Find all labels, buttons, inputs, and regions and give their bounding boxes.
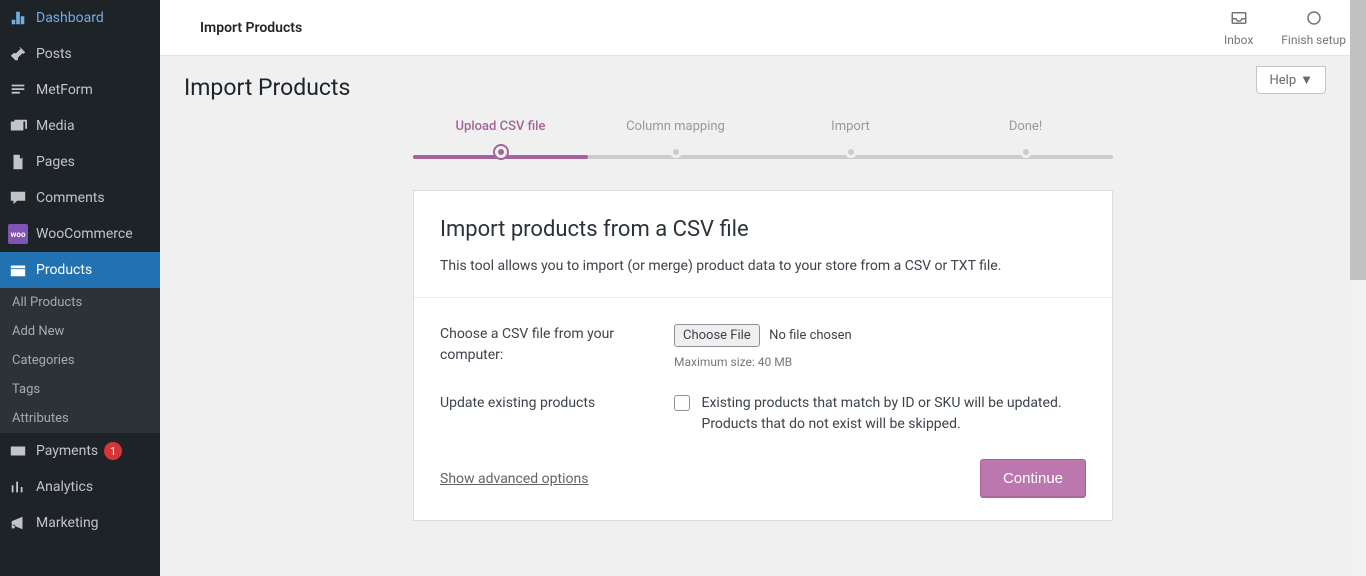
update-label: Update existing products [440, 393, 650, 435]
card-description: This tool allows you to import (or merge… [440, 256, 1086, 277]
file-label: Choose a CSV file from your computer: [440, 324, 650, 369]
sidebar-submenu: All Products Add New Categories Tags Att… [0, 288, 160, 433]
woocommerce-icon: woo [8, 224, 28, 244]
sidebar-item-label: Payments [36, 443, 98, 459]
subitem-all-products[interactable]: All Products [0, 288, 160, 317]
help-tab[interactable]: Help ▼ [1256, 66, 1326, 94]
step-done: Done! [938, 119, 1113, 162]
subitem-add-new[interactable]: Add New [0, 317, 160, 346]
update-description: Existing products that match by ID or SK… [701, 393, 1083, 435]
sidebar-item-label: Marketing [36, 515, 99, 531]
payment-icon [8, 441, 28, 461]
card-heading: Import products from a CSV file [440, 217, 1086, 242]
chevron-down-icon: ▼ [1300, 72, 1313, 88]
divider [414, 297, 1112, 298]
wizard-steps: Upload CSV file Column mapping Import Do… [413, 119, 1113, 162]
sidebar-item-pages[interactable]: Pages [0, 144, 160, 180]
comment-icon [8, 188, 28, 208]
sidebar-item-label: Media [36, 118, 75, 134]
sidebar-item-media[interactable]: Media [0, 108, 160, 144]
pin-icon [8, 44, 28, 64]
step-mapping: Column mapping [588, 119, 763, 162]
inbox-icon [1230, 9, 1248, 30]
badge-count: 1 [104, 442, 122, 460]
sidebar-item-label: Dashboard [36, 10, 104, 26]
main-content: Import Products Inbox Finish setup Help … [160, 0, 1366, 576]
scrollbar[interactable] [1350, 0, 1366, 576]
file-status: No file chosen [769, 328, 852, 343]
step-label: Done! [938, 119, 1113, 134]
max-size-hint: Maximum size: 40 MB [674, 355, 1086, 369]
step-dot-icon [670, 146, 682, 158]
sidebar-item-label: Analytics [36, 479, 93, 495]
scrollbar-thumb[interactable] [1350, 0, 1366, 280]
step-dot-icon [495, 146, 507, 158]
analytics-icon [8, 477, 28, 497]
sidebar-item-comments[interactable]: Comments [0, 180, 160, 216]
card-footer: Show advanced options Continue [440, 459, 1086, 498]
sidebar-item-label: Products [36, 262, 92, 278]
sidebar-item-label: Posts [36, 46, 72, 62]
sidebar-item-woocommerce[interactable]: woo WooCommerce [0, 216, 160, 252]
sidebar-item-products[interactable]: Products [0, 252, 160, 288]
step-dot-icon [845, 146, 857, 158]
sidebar-item-metform[interactable]: MetForm [0, 72, 160, 108]
import-wizard: Upload CSV file Column mapping Import Do… [413, 119, 1113, 521]
product-icon [8, 260, 28, 280]
continue-button[interactable]: Continue [980, 459, 1086, 498]
sidebar-item-label: MetForm [36, 82, 93, 98]
subitem-categories[interactable]: Categories [0, 346, 160, 375]
update-field: Existing products that match by ID or SK… [674, 393, 1086, 435]
update-existing-checkbox[interactable] [674, 395, 690, 411]
step-dot-icon [1020, 146, 1032, 158]
subitem-attributes[interactable]: Attributes [0, 404, 160, 433]
admin-sidebar: Dashboard Posts MetForm Media Pages Comm… [0, 0, 160, 576]
media-icon [8, 116, 28, 136]
sidebar-item-label: Comments [36, 190, 105, 206]
update-row: Update existing products Existing produc… [440, 393, 1086, 435]
step-label: Column mapping [588, 119, 763, 134]
file-row: Choose a CSV file from your computer: Ch… [440, 324, 1086, 369]
topbar-title: Import Products [200, 20, 302, 36]
sidebar-item-label: Pages [36, 154, 75, 170]
dashboard-icon [8, 8, 28, 28]
sidebar-item-posts[interactable]: Posts [0, 36, 160, 72]
subitem-tags[interactable]: Tags [0, 375, 160, 404]
step-import: Import [763, 119, 938, 162]
inbox-button[interactable]: Inbox [1224, 9, 1253, 47]
topbar: Import Products Inbox Finish setup [160, 0, 1366, 56]
sidebar-item-label: WooCommerce [36, 226, 133, 242]
sidebar-item-payments[interactable]: Payments 1 [0, 433, 160, 469]
marketing-icon [8, 513, 28, 533]
show-advanced-link[interactable]: Show advanced options [440, 471, 588, 487]
circle-icon [1305, 9, 1323, 30]
sidebar-item-dashboard[interactable]: Dashboard [0, 0, 160, 36]
choose-file-button[interactable]: Choose File [674, 324, 760, 347]
page-title: Import Products [184, 74, 1346, 101]
step-label: Upload CSV file [413, 119, 588, 134]
step-upload: Upload CSV file [413, 119, 588, 162]
finish-setup-button[interactable]: Finish setup [1281, 9, 1346, 47]
content-wrap: Help ▼ Import Products Upload CSV file C… [160, 56, 1366, 551]
finish-setup-label: Finish setup [1281, 33, 1346, 47]
topbar-right: Inbox Finish setup [1224, 9, 1346, 47]
metform-icon [8, 80, 28, 100]
inbox-label: Inbox [1224, 33, 1253, 47]
help-label: Help [1269, 73, 1296, 88]
import-card: Import products from a CSV file This too… [413, 190, 1113, 521]
step-label: Import [763, 119, 938, 134]
sidebar-item-marketing[interactable]: Marketing [0, 505, 160, 541]
file-field: Choose File No file chosen Maximum size:… [674, 324, 1086, 369]
sidebar-item-analytics[interactable]: Analytics [0, 469, 160, 505]
page-icon [8, 152, 28, 172]
